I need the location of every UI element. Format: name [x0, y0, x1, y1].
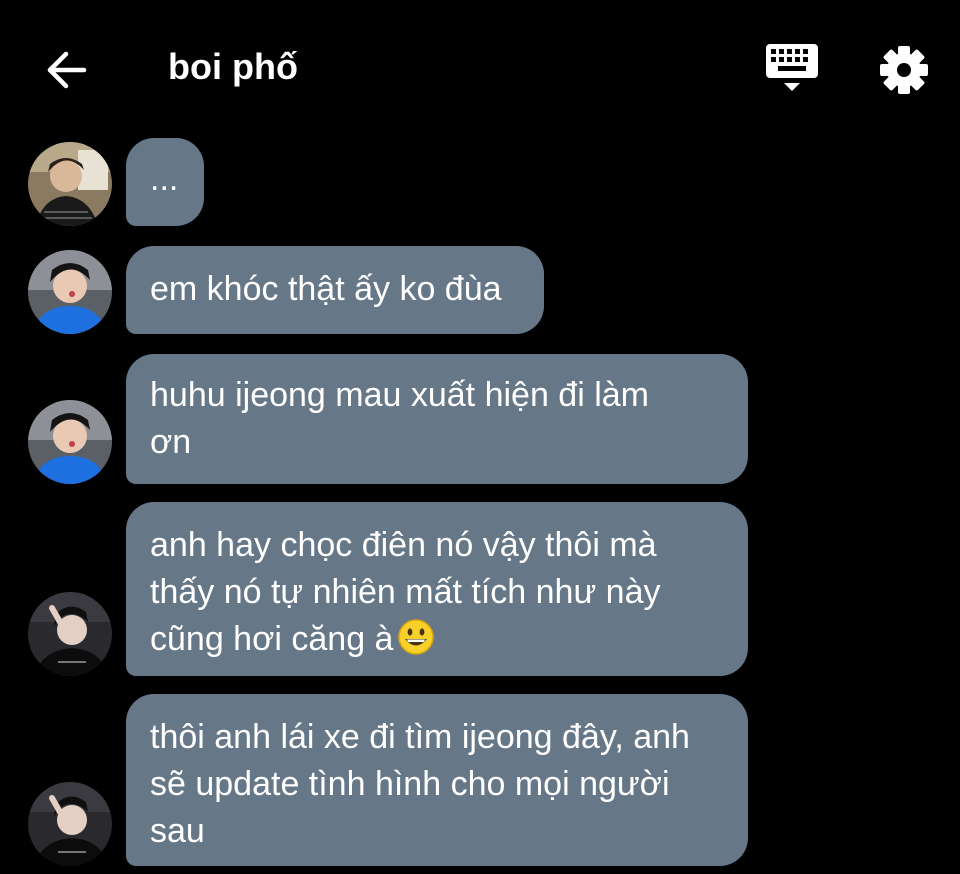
avatar[interactable]	[28, 782, 112, 866]
message-row: thôi anh lái xe đi tìm ijeong đây, anh s…	[0, 694, 960, 868]
message-text: sẽ update tình hình cho mọi người	[150, 765, 670, 803]
avatar[interactable]	[28, 250, 112, 334]
message-bubble[interactable]: ...	[126, 138, 204, 226]
message-row: em khóc thật ấy ko đùa	[0, 246, 960, 336]
message-text: thấy nó tự nhiên mất tích như này	[150, 573, 661, 611]
message-text: anh hay chọc điên nó vậy thôi mà	[150, 526, 657, 564]
message-bubble[interactable]: em khóc thật ấy ko đùa	[126, 246, 544, 334]
message-text: cũng hơi căng à	[150, 620, 394, 658]
avatar[interactable]	[28, 142, 112, 226]
settings-button[interactable]	[872, 38, 936, 102]
message-bubble[interactable]: huhu ijeong mau xuất hiện đi làm ơn	[126, 354, 748, 484]
message-text-line: cũng hơi căng à	[150, 616, 724, 663]
arrow-left-icon	[47, 51, 87, 89]
message-text: thôi anh lái xe đi tìm ijeong đây, anh	[150, 718, 690, 756]
message-row: ...	[0, 138, 960, 228]
message-text: ơn	[150, 423, 192, 461]
message-bubble[interactable]: thôi anh lái xe đi tìm ijeong đây, anh s…	[126, 694, 748, 866]
avatar[interactable]	[28, 400, 112, 484]
message-text: em khóc thật ấy ko đùa	[150, 270, 502, 308]
message-row: huhu ijeong mau xuất hiện đi làm ơn	[0, 354, 960, 484]
message-text: ...	[150, 160, 179, 198]
keyboard-button[interactable]	[760, 38, 824, 98]
message-bubble[interactable]: anh hay chọc điên nó vậy thôi mà thấy nó…	[126, 502, 748, 676]
conversation-title: boi phố	[168, 46, 298, 87]
back-button[interactable]	[38, 42, 94, 98]
message-row: anh hay chọc điên nó vậy thôi mà thấy nó…	[0, 502, 960, 676]
keyboard-icon	[766, 44, 818, 91]
chat-header: boi phố	[0, 0, 960, 130]
avatar[interactable]	[28, 592, 112, 676]
message-text: huhu ijeong mau xuất hiện đi làm	[150, 376, 649, 414]
gear-icon	[880, 46, 928, 94]
grinning-face-emoji	[397, 618, 435, 656]
message-text: sau	[150, 812, 205, 850]
